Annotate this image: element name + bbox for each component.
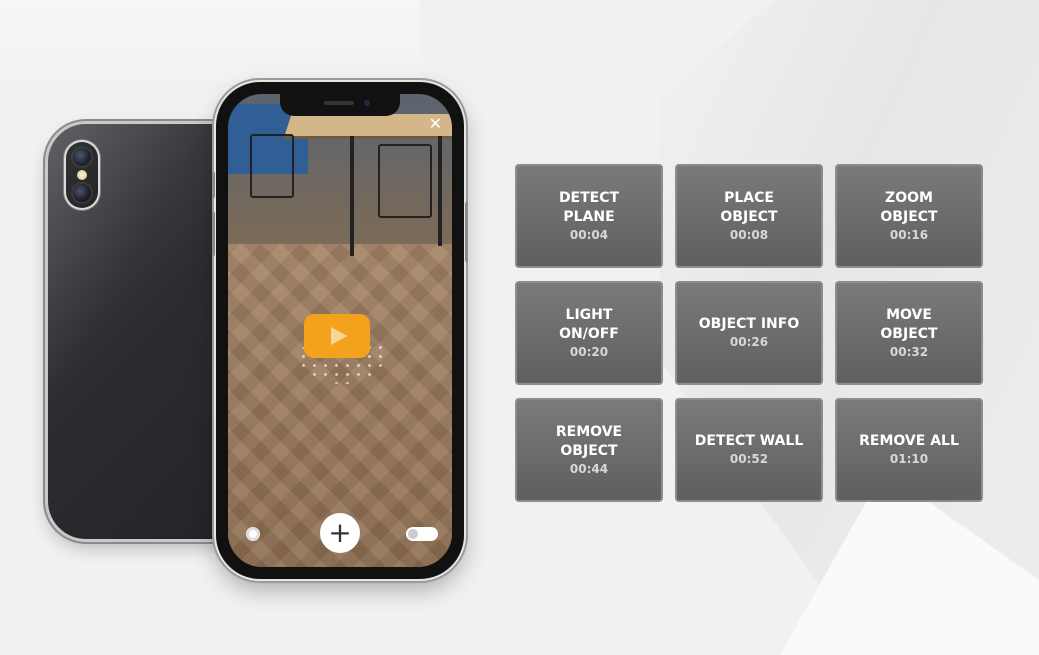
feature-button-remove-all[interactable]: REMOVE ALL 01:10	[835, 398, 983, 502]
feature-time: 00:44	[569, 461, 609, 476]
feature-button-detect-plane[interactable]: DETECT PLANE 00:04	[515, 164, 663, 268]
feature-label: OBJECT INFO	[698, 316, 800, 332]
feature-button-detect-wall[interactable]: DETECT WALL 00:52	[675, 398, 823, 502]
feature-time: 00:08	[729, 227, 769, 242]
feature-label: DETECT PLANE	[558, 189, 620, 225]
camera-lens-icon	[73, 148, 91, 166]
close-icon[interactable]: ✕	[429, 116, 442, 132]
feature-time: 00:26	[729, 335, 769, 349]
feature-label: ZOOM OBJECT	[880, 189, 938, 225]
scene-table-leg	[350, 136, 354, 256]
background-top	[0, 0, 420, 90]
flash-icon	[77, 170, 87, 180]
feature-time: 01:10	[889, 452, 929, 466]
capture-mode-icon[interactable]	[246, 527, 260, 541]
volume-button	[212, 172, 215, 198]
feature-button-light-on-off[interactable]: LIGHT ON/OFF 00:20	[515, 281, 663, 385]
front-camera-icon	[364, 100, 370, 106]
feature-button-place-object[interactable]: PLACE OBJECT 00:08	[675, 164, 823, 268]
feature-time: 00:16	[889, 227, 929, 242]
feature-label: LIGHT ON/OFF	[559, 306, 619, 342]
feature-button-zoom-object[interactable]: ZOOM OBJECT 00:16	[835, 164, 983, 268]
camera-lens-icon	[73, 184, 91, 202]
scene-table	[284, 114, 452, 136]
feature-button-object-info[interactable]: OBJECT INFO 00:26	[675, 281, 823, 385]
scene-chair	[378, 144, 432, 218]
add-icon[interactable]: +	[320, 513, 360, 553]
feature-time: 00:32	[889, 344, 929, 359]
feature-time: 00:20	[569, 344, 609, 359]
camera-bump	[66, 142, 98, 208]
feature-label: REMOVE OBJECT	[555, 423, 623, 459]
volume-button	[212, 212, 215, 256]
play-icon[interactable]	[304, 314, 370, 358]
speaker	[324, 101, 354, 105]
ar-camera-view[interactable]: ✕ +	[228, 94, 452, 567]
toggle-icon[interactable]	[406, 527, 438, 541]
feature-button-remove-object[interactable]: REMOVE OBJECT 00:44	[515, 398, 663, 502]
feature-label: REMOVE ALL	[859, 433, 959, 449]
notch	[280, 94, 400, 116]
feature-time: 00:04	[569, 227, 609, 242]
power-button	[465, 202, 468, 262]
feature-grid: DETECT PLANE 00:04 PLACE OBJECT 00:08 ZO…	[515, 164, 983, 502]
feature-time: 00:52	[729, 452, 769, 466]
feature-label: PLACE OBJECT	[720, 189, 778, 225]
feature-label: MOVE OBJECT	[880, 306, 938, 342]
phone-front: ✕ +	[212, 82, 468, 579]
feature-button-move-object[interactable]: MOVE OBJECT 00:32	[835, 281, 983, 385]
scene-chair	[250, 134, 294, 198]
scene-table-leg	[438, 136, 442, 246]
feature-label: DETECT WALL	[694, 433, 804, 449]
